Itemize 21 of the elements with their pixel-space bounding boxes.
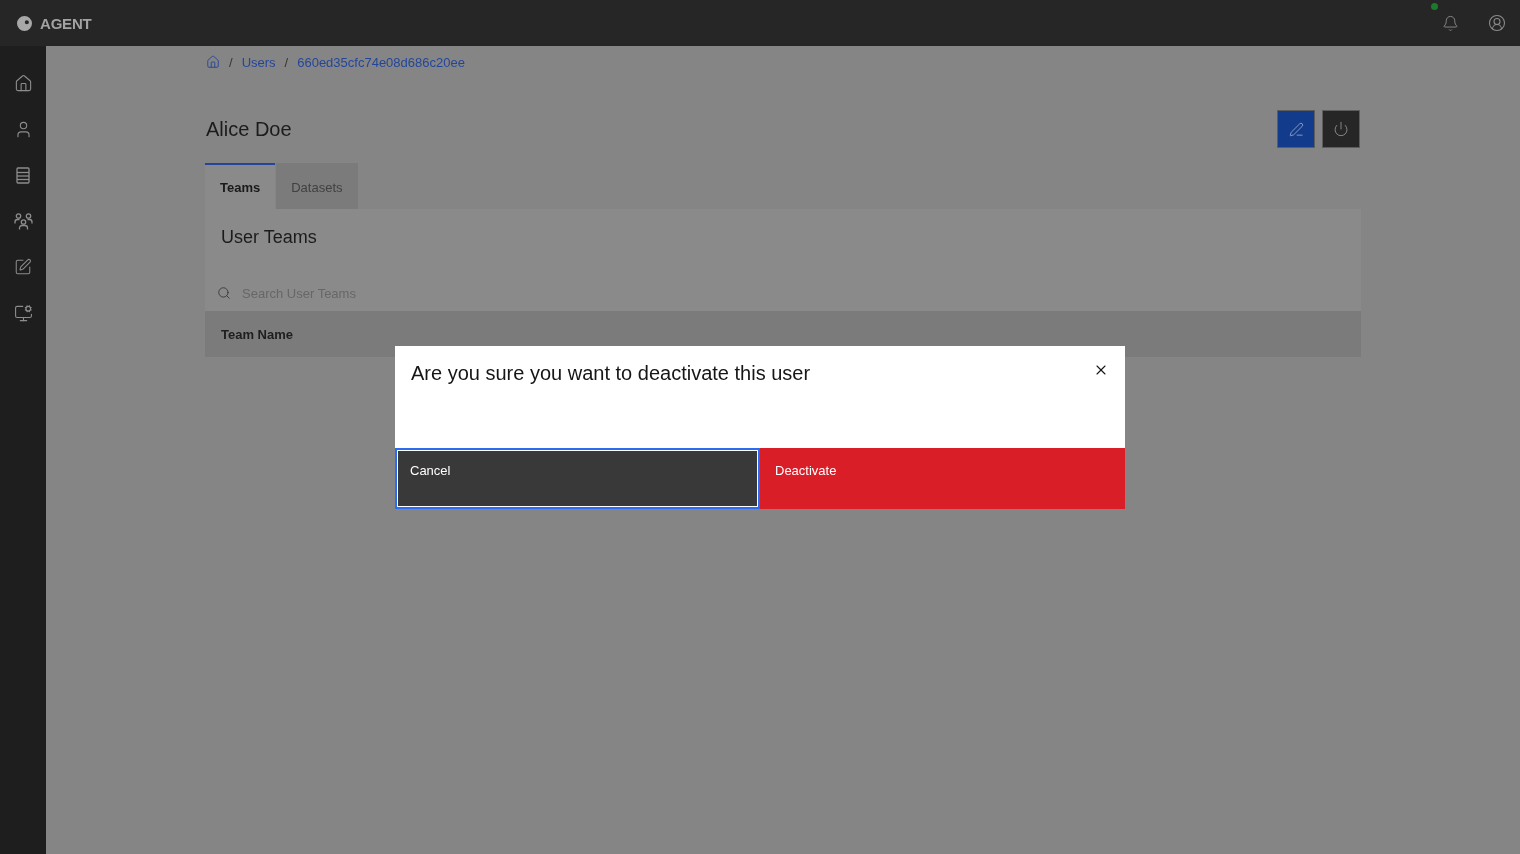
logo-icon — [17, 15, 32, 31]
power-icon — [1333, 121, 1349, 137]
breadcrumb-separator: / — [284, 54, 289, 70]
panel-title: User Teams — [221, 227, 318, 248]
dialog-message: Are you sure you want to deactivate this user — [411, 361, 812, 385]
column-header: Team Name — [221, 326, 293, 342]
breadcrumb-separator: / — [229, 54, 233, 70]
house-icon[interactable] — [13, 73, 33, 93]
pencil-icon — [1288, 121, 1304, 137]
people-icon[interactable] — [13, 212, 33, 230]
tab[interactable]: Teams — [205, 163, 276, 209]
deactivate-button[interactable]: Deactivate — [760, 447, 1125, 509]
avatar-icon[interactable] — [1488, 14, 1506, 32]
page-title: Alice Doe — [205, 117, 292, 141]
edit-icon[interactable] — [14, 258, 32, 276]
monitor-gear-icon[interactable] — [13, 303, 33, 323]
search-icon — [217, 286, 231, 300]
bell-icon[interactable] — [1442, 14, 1459, 32]
brand-name: AGENT — [40, 14, 92, 32]
cancel-button[interactable]: Cancel — [395, 447, 760, 509]
list-icon[interactable] — [16, 166, 30, 184]
